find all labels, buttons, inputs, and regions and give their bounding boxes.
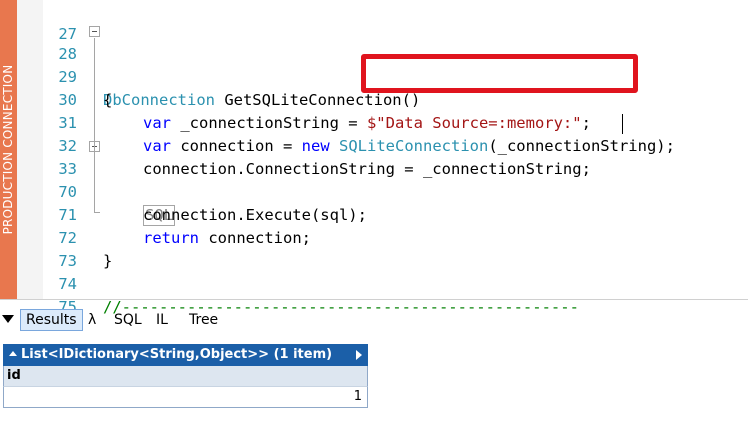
code-line: 75 (43, 273, 748, 316)
tab-il[interactable]: IL (156, 309, 168, 331)
table-cell: 1 (3, 386, 368, 408)
collapse-icon[interactable] (89, 26, 100, 37)
code-line: 72 } (43, 204, 748, 270)
tab-tree[interactable]: Tree (189, 309, 218, 331)
connection-side-label[interactable]: PRODUCTION CONNECTION (0, 0, 17, 299)
code-line: 74 //-----------------------------------… (43, 250, 748, 316)
code-line: 73 (43, 227, 748, 270)
code-line: 71 return connection; (43, 181, 748, 247)
result-type-label: List<IDictionary<String,Object>> (1 item… (21, 347, 333, 362)
editor-margin (17, 0, 43, 299)
result-header[interactable]: List<IDictionary<String,Object>> (1 item… (3, 344, 368, 366)
code-line: 33 SQL (43, 135, 748, 226)
text-caret (622, 114, 623, 134)
expand-right-icon[interactable] (356, 350, 362, 360)
collapse-up-icon[interactable] (9, 351, 17, 356)
collapse-results-icon[interactable] (2, 315, 14, 323)
code-line: 32 connection.ConnectionString = _connec… (43, 112, 748, 178)
code-line: 70 connection.Execute(sql); (43, 158, 748, 224)
fold-guide-end (94, 212, 100, 213)
tab-lambda[interactable]: λ (88, 309, 96, 331)
editor-divider (0, 299, 748, 300)
code-line: 28 DbConnection GetSQLiteConnection() (43, 20, 748, 109)
connection-side-label-text: PRODUCTION CONNECTION (1, 64, 15, 235)
tab-results[interactable]: Results (20, 309, 83, 331)
column-header-id[interactable]: id (3, 366, 368, 386)
output-tabs: Results λ SQL IL Tree (0, 308, 748, 332)
highlight-annotation (361, 54, 638, 93)
result-table: List<IDictionary<String,Object>> (1 item… (3, 344, 368, 408)
fold-guide (94, 38, 95, 212)
code-editor[interactable]: 27 28 DbConnection GetSQLiteConnection()… (43, 0, 748, 316)
tab-sql[interactable]: SQL (114, 309, 142, 331)
